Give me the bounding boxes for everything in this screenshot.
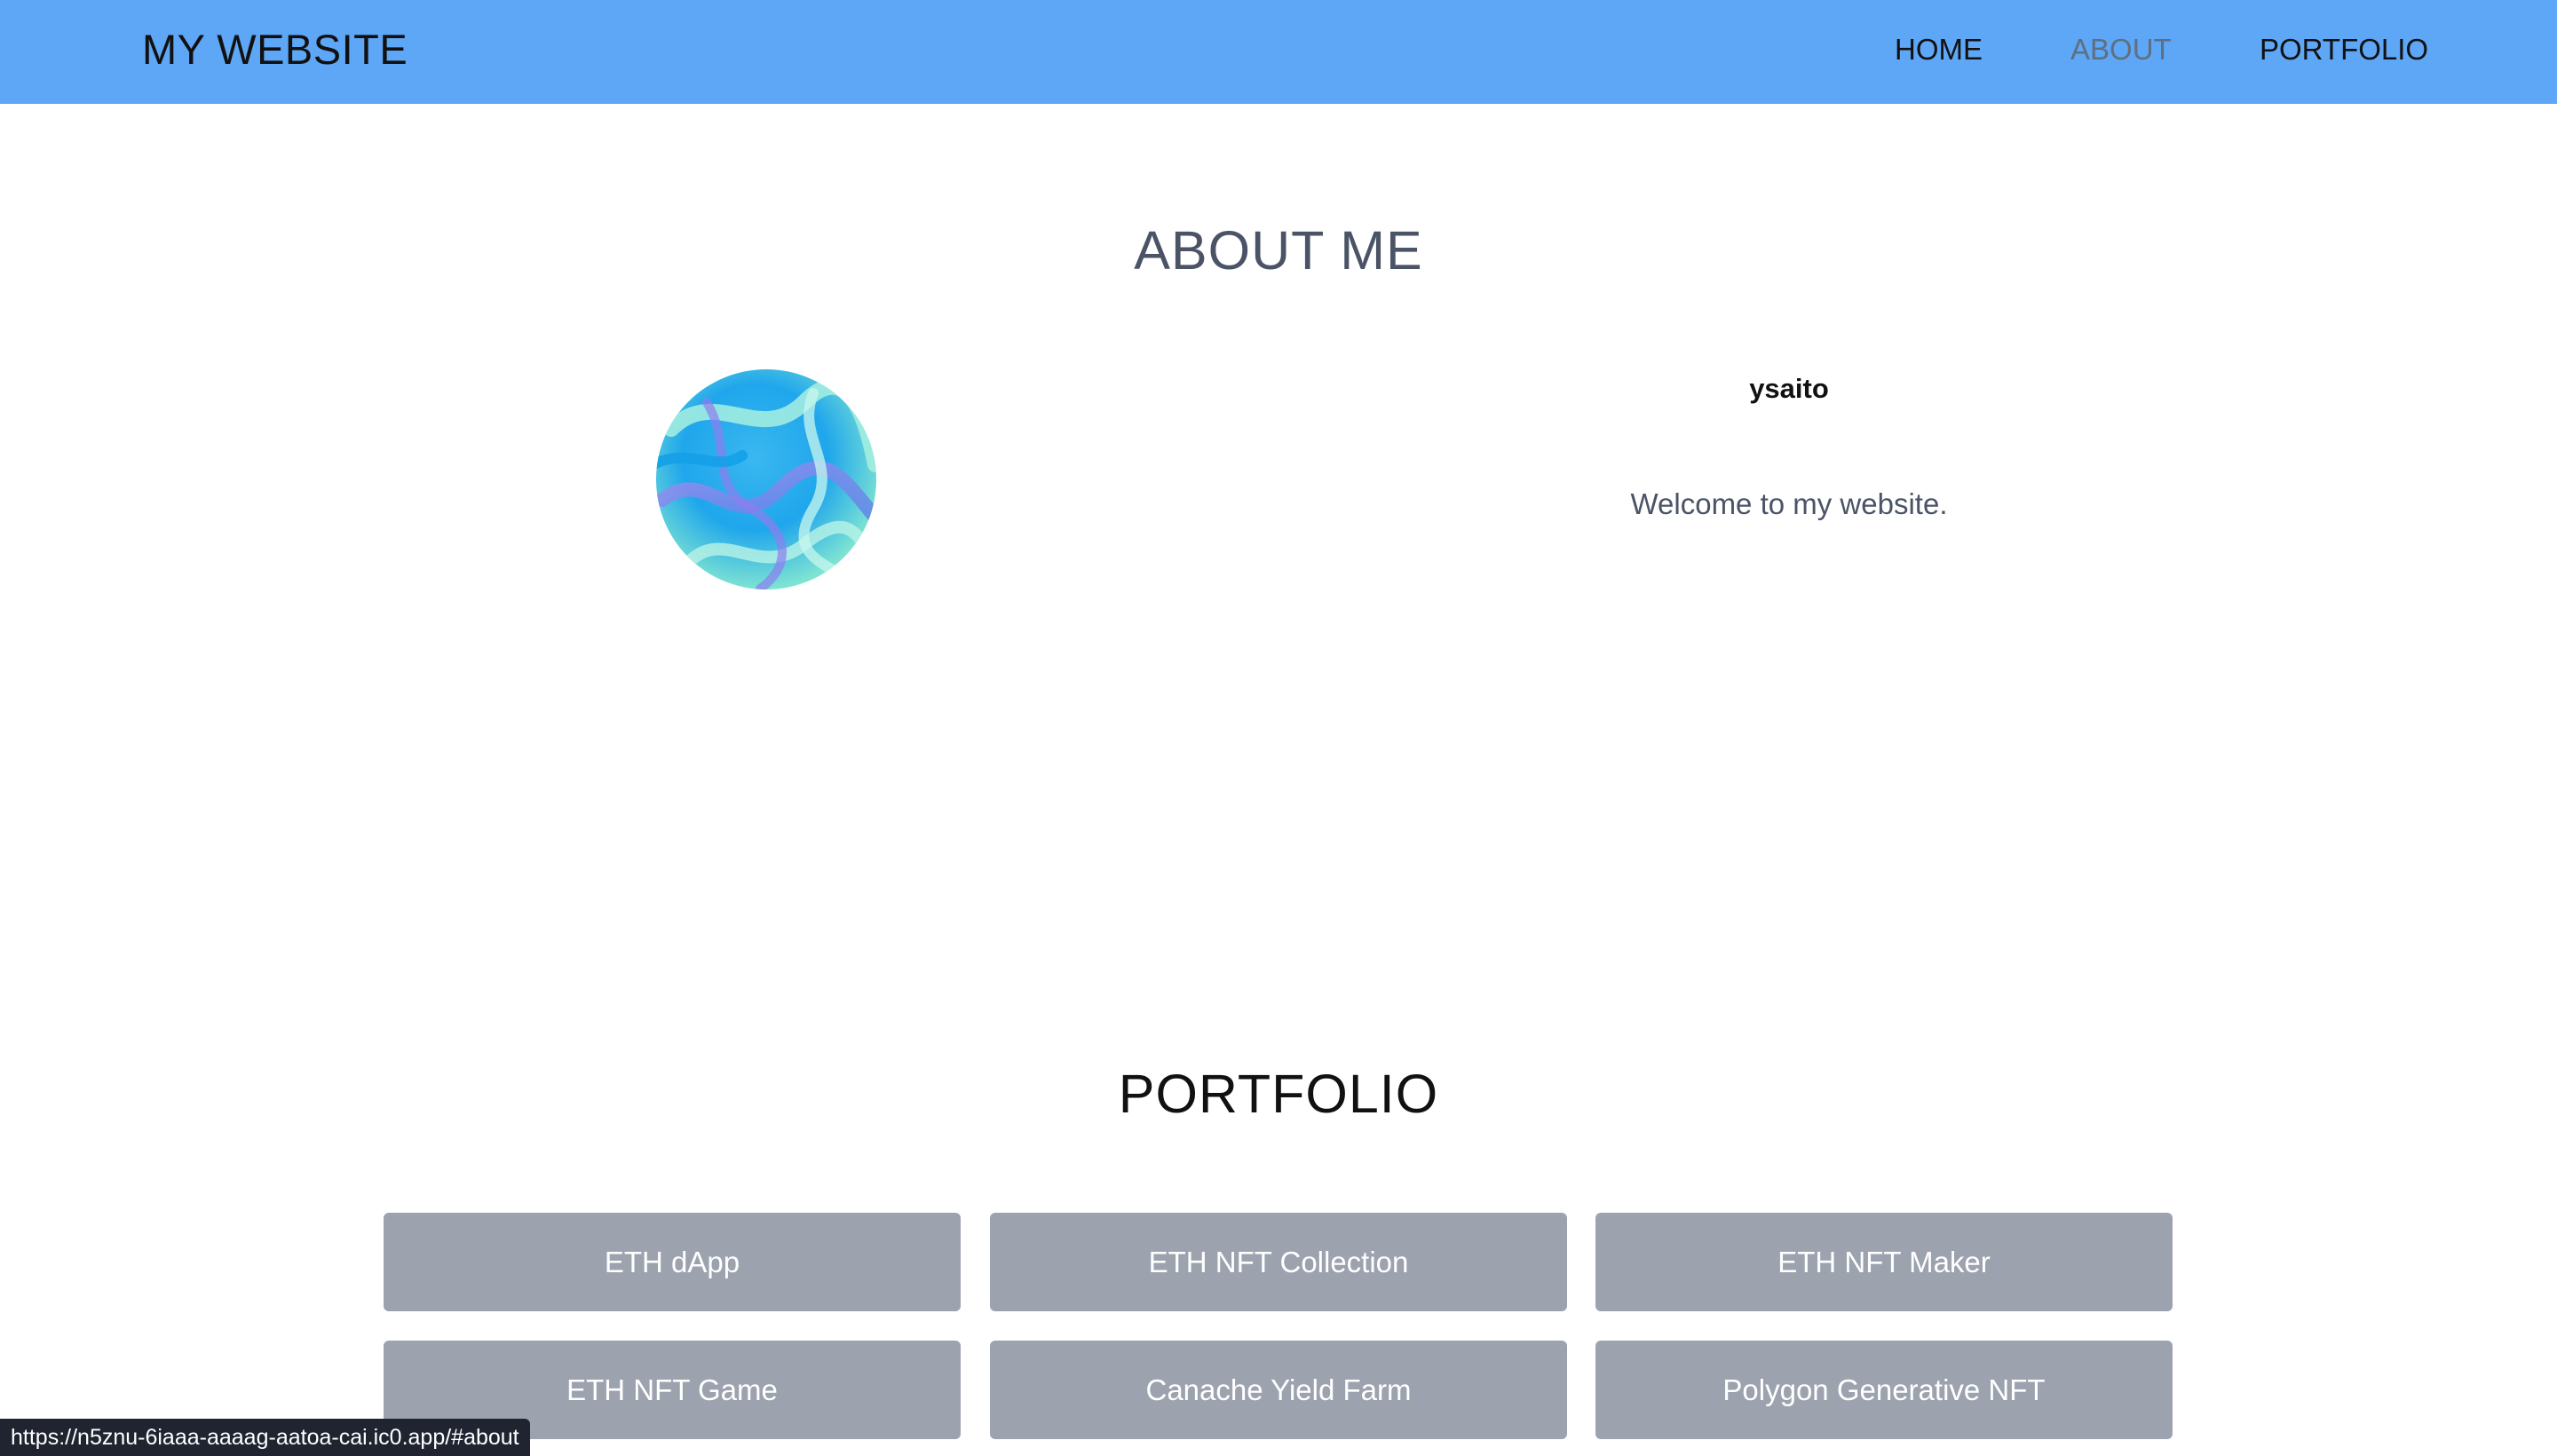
portfolio-card[interactable]: Polygon Generative NFT: [1595, 1341, 2173, 1439]
nav-link-about[interactable]: ABOUT: [2070, 32, 2172, 67]
nav-link-portfolio[interactable]: PORTFOLIO: [2260, 32, 2428, 67]
about-heading: ABOUT ME: [1134, 220, 1423, 281]
portfolio-card[interactable]: ETH NFT Collection: [990, 1213, 1567, 1311]
top-navbar: MY WEBSITE HOME ABOUT PORTFOLIO: [0, 0, 2557, 104]
nav-link-home[interactable]: HOME: [1895, 32, 1983, 67]
link-status-bar: https://n5znu-6iaaa-aaaag-aatoa-cai.ic0.…: [0, 1419, 530, 1456]
portfolio-card[interactable]: ETH dApp: [384, 1213, 961, 1311]
page: MY WEBSITE HOME ABOUT PORTFOLIO ABOUT ME: [0, 0, 2557, 1456]
site-brand-link[interactable]: MY WEBSITE: [142, 25, 408, 75]
portfolio-card[interactable]: Canache Yield Farm: [990, 1341, 1567, 1439]
portfolio-card[interactable]: ETH NFT Maker: [1595, 1213, 2173, 1311]
profile-username: ysaito: [1749, 373, 1829, 404]
profile-description: Welcome to my website.: [1630, 487, 1948, 520]
avatar-image: [656, 369, 876, 590]
portfolio-heading: PORTFOLIO: [1118, 1064, 1439, 1124]
